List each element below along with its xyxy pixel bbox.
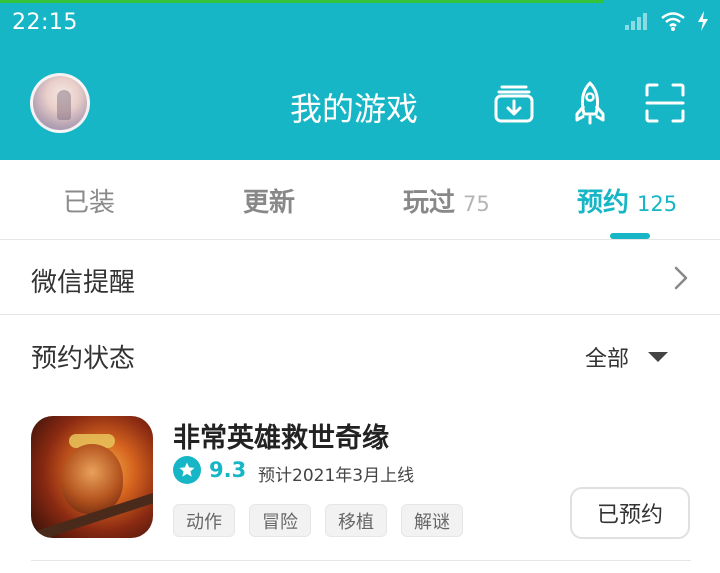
tab-label: 玩过: [403, 188, 456, 218]
tab-label: 预约: [577, 188, 630, 218]
avatar-figure: [57, 90, 71, 120]
wechat-reminder-row[interactable]: 微信提醒: [0, 240, 720, 315]
wechat-reminder-label: 微信提醒: [31, 268, 136, 298]
reserved-button[interactable]: 已预约: [570, 487, 690, 539]
filter-value: 全部: [585, 347, 630, 372]
tab-count: 125: [637, 192, 678, 216]
tab-reserved[interactable]: 预约 125: [577, 182, 677, 219]
game-tags: 动作 冒险 移植 解谜: [173, 504, 463, 537]
download-box-icon: [494, 85, 534, 123]
charging-icon: [698, 11, 708, 31]
tab-installed[interactable]: 已装: [63, 182, 115, 219]
release-date: 预计2021年3月上线: [258, 466, 415, 486]
status-filter-dropdown[interactable]: 全部: [585, 341, 669, 373]
game-tag[interactable]: 移植: [325, 504, 387, 537]
game-list-item[interactable]: 非常英雄救世奇缘 9.3 预计2021年3月上线 动作 冒险 移植 解谜 已预约: [0, 400, 720, 560]
app-header: 22:15 我的游戏: [0, 0, 720, 160]
status-icons: [624, 10, 710, 32]
chevron-right-icon: [674, 266, 688, 290]
active-tab-indicator: [610, 233, 650, 239]
tab-label: 已装: [63, 188, 116, 218]
reservation-status-label: 预约状态: [31, 344, 136, 374]
game-title[interactable]: 非常英雄救世奇缘: [173, 416, 389, 455]
user-avatar[interactable]: [30, 73, 90, 133]
rocket-icon: [575, 81, 605, 125]
scan-button[interactable]: [642, 80, 688, 126]
game-tabs: 已装 更新 玩过 75 预约 125: [0, 160, 720, 240]
page-title: 我的游戏: [290, 90, 419, 128]
icon-hero-face: [61, 444, 123, 514]
star-icon: [173, 456, 201, 484]
rating-score: 9.3: [209, 458, 247, 482]
status-time: 22:15: [12, 10, 78, 35]
game-icon[interactable]: [31, 416, 153, 538]
caret-down-icon: [648, 352, 669, 362]
speedup-button[interactable]: [567, 80, 613, 126]
tab-played[interactable]: 玩过 75: [403, 182, 490, 219]
list-divider: [31, 560, 691, 561]
game-tag[interactable]: 冒险: [249, 504, 311, 537]
reservation-status-row: 预约状态 全部: [0, 316, 720, 396]
tab-label: 更新: [243, 188, 296, 218]
top-progress-bar: [0, 0, 604, 3]
game-tag[interactable]: 动作: [173, 504, 235, 537]
wifi-icon: [661, 12, 685, 31]
download-manager-button[interactable]: [491, 80, 537, 126]
signal-icon: [625, 13, 647, 30]
tab-count: 75: [463, 192, 490, 216]
scan-icon: [645, 83, 685, 123]
game-rating: 9.3: [173, 456, 246, 484]
game-tag[interactable]: 解谜: [401, 504, 463, 537]
tab-updates[interactable]: 更新: [243, 182, 295, 219]
